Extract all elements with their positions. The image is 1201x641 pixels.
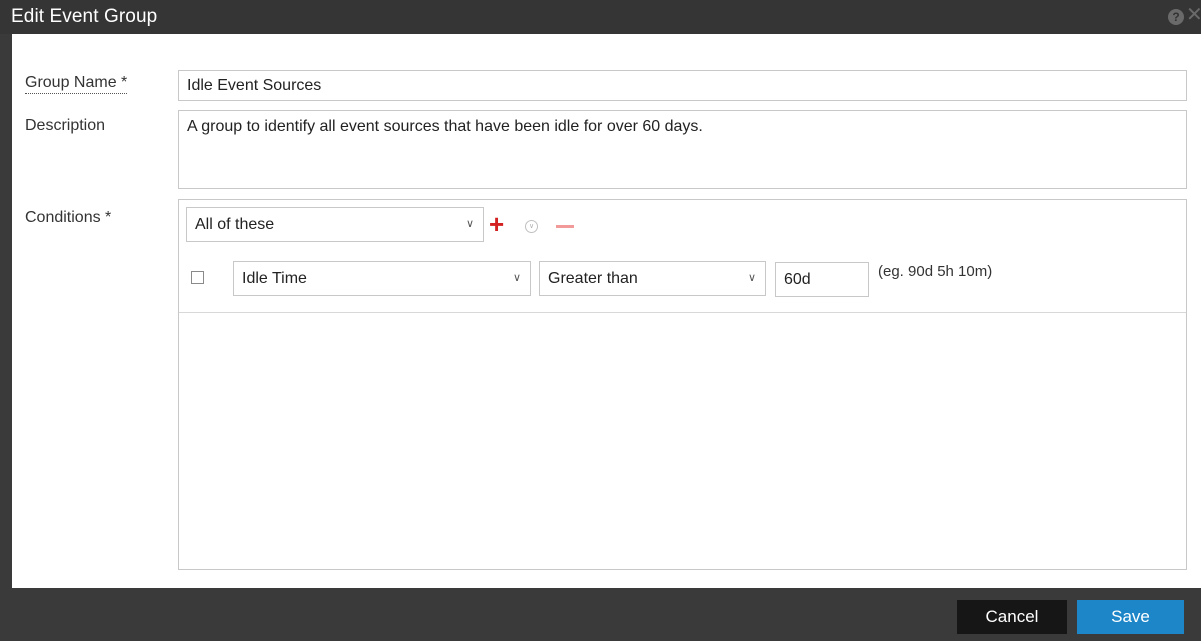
edit-event-group-dialog: Edit Event Group ? ✕ Group Name * Idle E… bbox=[0, 0, 1201, 641]
match-mode-value: All of these bbox=[195, 216, 275, 233]
plus-icon[interactable]: + bbox=[489, 209, 504, 239]
dialog-title: Edit Event Group bbox=[11, 6, 158, 27]
chevron-down-icon: ∨ bbox=[465, 218, 474, 230]
conditions-panel bbox=[178, 199, 1187, 570]
description-textarea[interactable]: A group to identify all event sources th… bbox=[178, 110, 1187, 189]
description-label: Description bbox=[25, 117, 106, 134]
save-button[interactable]: Save bbox=[1077, 600, 1184, 634]
chevron-down-icon: ∨ bbox=[512, 272, 521, 284]
group-name-input[interactable]: Idle Event Sources bbox=[178, 70, 1187, 101]
condition-row-checkbox[interactable] bbox=[191, 271, 204, 284]
condition-value-hint: (eg. 90d 5h 10m) bbox=[878, 263, 993, 280]
condition-field-select[interactable]: Idle Time ∨ bbox=[233, 261, 531, 296]
condition-operator-value: Greater than bbox=[548, 270, 638, 287]
conditions-divider bbox=[179, 312, 1186, 313]
condition-field-value: Idle Time bbox=[242, 270, 307, 287]
circle-chevron-down-icon[interactable]: ∨ bbox=[525, 220, 538, 233]
minus-icon[interactable] bbox=[556, 225, 574, 228]
match-mode-select[interactable]: All of these ∨ bbox=[186, 207, 484, 242]
dialog-title-bar: Edit Event Group ? ✕ bbox=[0, 0, 1201, 34]
dialog-body-top bbox=[12, 34, 1201, 60]
chevron-down-icon: ∨ bbox=[747, 272, 756, 284]
conditions-label: Conditions * bbox=[25, 209, 112, 226]
condition-operator-select[interactable]: Greater than ∨ bbox=[539, 261, 766, 296]
close-icon[interactable]: ✕ bbox=[1186, 5, 1201, 25]
group-name-label: Group Name * bbox=[25, 74, 128, 94]
help-icon[interactable]: ? bbox=[1168, 9, 1184, 25]
condition-value-input[interactable]: 60d bbox=[775, 262, 869, 297]
cancel-button[interactable]: Cancel bbox=[957, 600, 1067, 634]
